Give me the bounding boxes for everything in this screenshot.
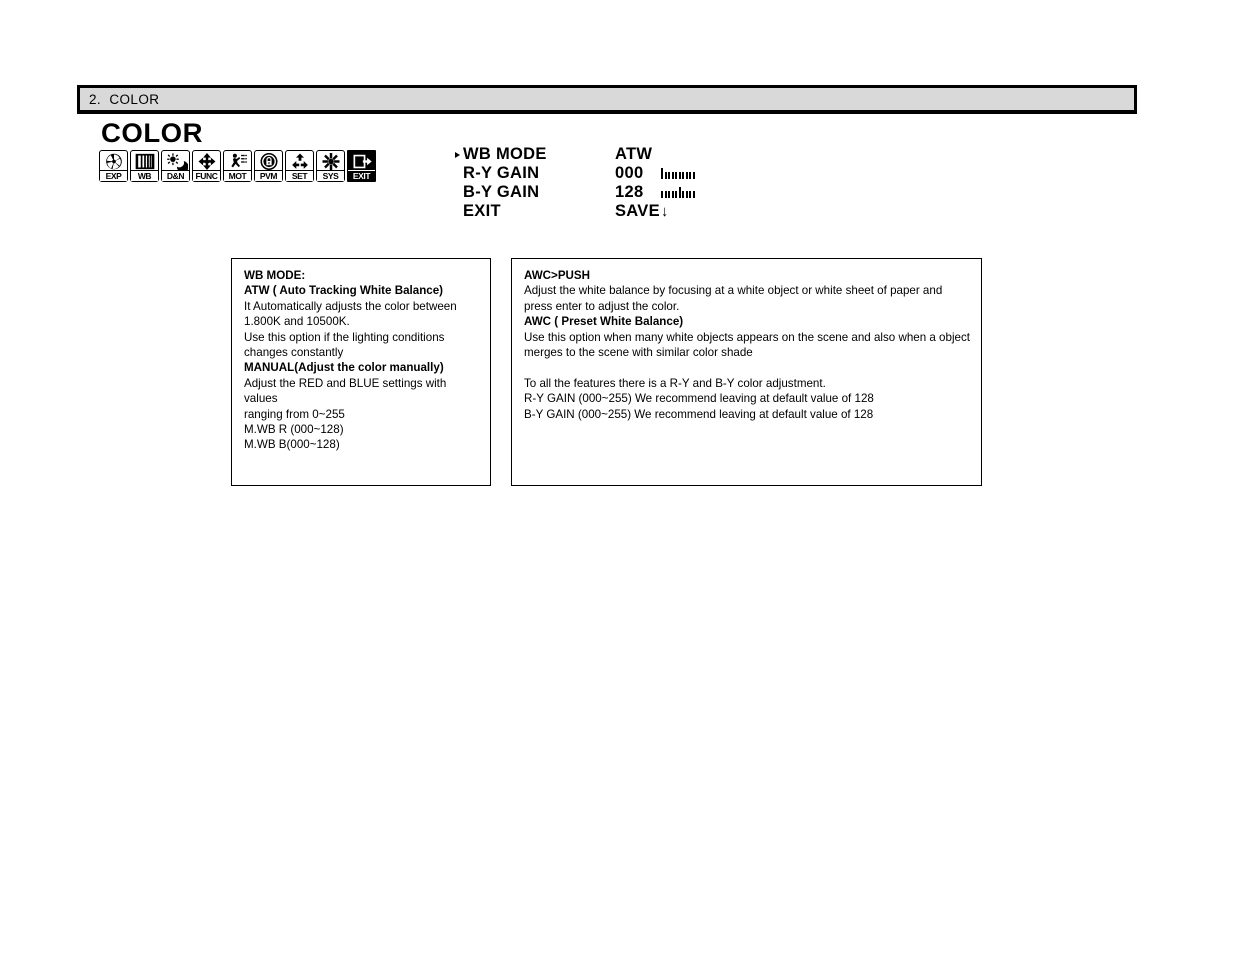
description-line: Use this option when many white objects … xyxy=(524,330,970,344)
osd-slider-tick xyxy=(675,191,677,198)
description-line: AWC ( Preset White Balance) xyxy=(524,315,684,329)
description-line: It Automatically adjusts the color betwe… xyxy=(244,299,457,313)
text-spacer xyxy=(524,360,970,375)
osd-menu-label: EXIT xyxy=(463,202,501,220)
osd-icon-label: D&N xyxy=(162,170,189,181)
awc-description-box: AWC>PUSH Adjust the white balance by focu… xyxy=(511,258,982,486)
osd-slider-tick xyxy=(664,172,667,179)
description-line: ranging from 0~255 xyxy=(244,407,345,421)
osd-slider-tick xyxy=(689,191,691,198)
osd-icon-mot[interactable]: MOT xyxy=(223,150,252,182)
section-header-bar: 2. COLOR xyxy=(77,85,1137,114)
osd-menu-value-text: SAVE xyxy=(615,202,660,220)
osd-icon-sys[interactable]: SYS xyxy=(316,150,345,182)
osd-slider-tick xyxy=(682,172,684,179)
description-line: R-Y GAIN (000~255) We recommend leaving … xyxy=(524,392,874,406)
osd-menu-value[interactable]: 128 xyxy=(615,183,696,202)
osd-icon-func[interactable]: FUNC xyxy=(192,150,221,182)
four-way-arrow-icon xyxy=(194,152,220,170)
osd-slider-tick xyxy=(689,172,691,179)
osd-menu-value[interactable]: SAVE ↓ xyxy=(615,202,669,221)
osd-slider-tick xyxy=(692,191,695,198)
exit-door-arrow-icon xyxy=(349,152,375,170)
osd-icon-label: EXIT xyxy=(348,170,375,181)
page-title: 2. COLOR xyxy=(89,91,160,107)
osd-menu-value-text: 000 xyxy=(615,164,644,182)
osd-slider-tick xyxy=(692,172,695,179)
description-line: M.WB B(000~128) xyxy=(244,438,340,452)
osd-slider-caret xyxy=(678,187,681,198)
osd-menu-value-text: 128 xyxy=(615,183,644,201)
description-line: Adjust the RED and BLUE settings with va… xyxy=(244,376,447,406)
osd-slider-tick xyxy=(668,191,670,198)
osd-slider-tick xyxy=(661,191,663,198)
white-balance-bars-icon xyxy=(132,152,158,170)
osd-icon-set[interactable]: SET xyxy=(285,150,314,182)
description-line: merges to the scene with similar color s… xyxy=(524,346,753,360)
aperture-iris-icon xyxy=(101,152,127,170)
osd-slider-tick xyxy=(685,191,688,198)
description-line: 1.800K and 10500K. xyxy=(244,315,350,329)
osd-icon-d-n[interactable]: D&N xyxy=(161,150,190,182)
osd-icon-wb[interactable]: WB xyxy=(130,150,159,182)
arrow-down-icon: ↓ xyxy=(660,203,669,220)
osd-menu-value[interactable]: 000 xyxy=(615,164,696,183)
osd-icon-exit[interactable]: EXIT xyxy=(347,150,376,182)
osd-menu-row-exit[interactable]: EXIT SAVE ↓ xyxy=(452,202,696,221)
osd-icon-label: WB xyxy=(131,170,158,181)
privacy-mask-lock-icon xyxy=(256,152,282,170)
osd-slider-caret xyxy=(661,168,663,179)
snowflake-system-icon xyxy=(318,152,344,170)
osd-slider-tick xyxy=(682,191,684,198)
osd-slider-tick xyxy=(678,172,681,179)
osd-slider-tick xyxy=(671,191,674,198)
osd-menu-list: WB MODE ATW R-Y GAIN 000 B-Y GAIN 128 EXIT SAVE… xyxy=(452,145,696,221)
osd-menu-label: R-Y GAIN xyxy=(463,164,540,182)
description-line: MANUAL(Adjust the color manually) xyxy=(244,361,444,375)
sun-moon-day-night-icon xyxy=(163,152,189,170)
osd-slider-tick xyxy=(671,172,674,179)
osd-slider-tick xyxy=(668,172,670,179)
description-line: WB MODE: xyxy=(244,269,306,282)
osd-menu-label: B-Y GAIN xyxy=(463,183,540,201)
osd-icon-pvm[interactable]: PVM xyxy=(254,150,283,182)
motion-running-person-icon xyxy=(225,152,251,170)
description-line: AWC>PUSH xyxy=(524,269,591,282)
wb-mode-description-box: WB MODE: ATW ( Auto Tracking White Balanc… xyxy=(231,258,491,486)
description-line: M.WB R (000~128) xyxy=(244,423,344,437)
osd-slider[interactable] xyxy=(661,168,696,179)
osd-icon-label: FUNC xyxy=(193,170,220,181)
osd-menu-label: WB MODE xyxy=(463,145,547,163)
osd-slider-tick xyxy=(664,191,667,198)
osd-icon-label: PVM xyxy=(255,170,282,181)
osd-slider-tick xyxy=(685,172,688,179)
description-line: changes constantly xyxy=(244,346,344,360)
osd-slider[interactable] xyxy=(661,187,696,198)
osd-icon-label: EXP xyxy=(100,170,127,181)
osd-menu-row-b-y-gain[interactable]: B-Y GAIN 128 xyxy=(452,183,696,202)
selection-cursor-icon xyxy=(452,151,463,158)
osd-icon-exp[interactable]: EXP xyxy=(99,150,128,182)
osd-icon-label: MOT xyxy=(224,170,251,181)
osd-menu-row-wb-mode[interactable]: WB MODE ATW xyxy=(452,145,696,164)
description-line: To all the features there is a R-Y and B… xyxy=(524,376,826,390)
osd-icon-label: SYS xyxy=(317,170,344,181)
description-line: Adjust the white balance by focusing at … xyxy=(524,284,943,298)
osd-icon-label: SET xyxy=(286,170,313,181)
description-line: ATW ( Auto Tracking White Balance) xyxy=(244,284,444,298)
description-line: Use this option if the lighting conditio… xyxy=(244,330,445,344)
description-line: B-Y GAIN (000~255) We recommend leaving … xyxy=(524,407,874,421)
osd-slider-tick xyxy=(675,172,677,179)
osd-menu-value-text: ATW xyxy=(615,145,653,163)
osd-title: COLOR xyxy=(101,118,203,148)
description-line: press enter to adjust the color. xyxy=(524,299,680,313)
recycle-arrows-settings-icon xyxy=(287,152,313,170)
osd-menu-value[interactable]: ATW xyxy=(615,145,657,164)
osd-menu-row-r-y-gain[interactable]: R-Y GAIN 000 xyxy=(452,164,696,183)
